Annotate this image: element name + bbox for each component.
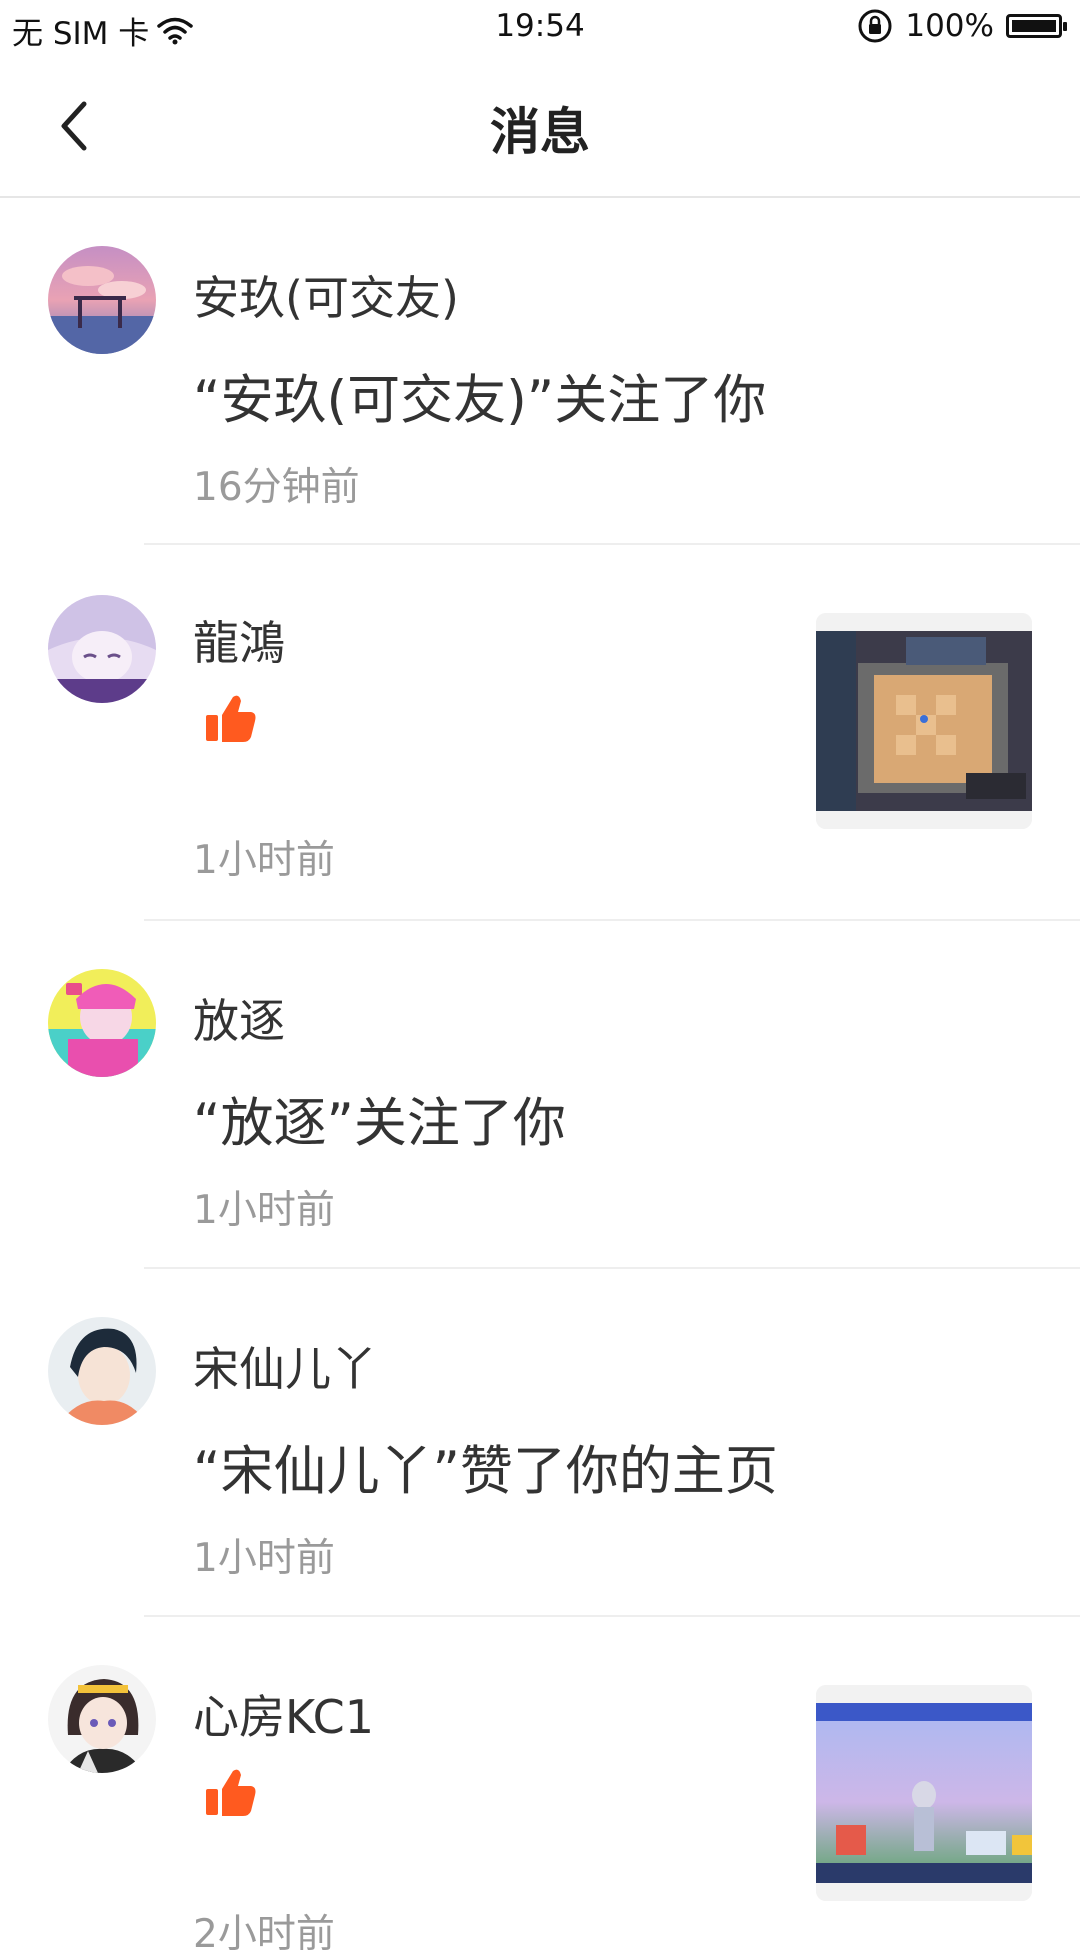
post-thumbnail[interactable] xyxy=(816,613,1032,829)
list-item[interactable]: 放逐 “放逐”关注了你 1小时前 xyxy=(0,921,1080,1269)
avatar[interactable] xyxy=(48,1317,156,1425)
thumbs-up-icon xyxy=(206,1769,256,1816)
list-item[interactable]: 龍鴻 1小时前 xyxy=(0,545,1080,921)
message-time: 1小时前 xyxy=(193,838,335,883)
message-content: “安玖(可交友)”关注了你 xyxy=(193,370,767,431)
avatar[interactable] xyxy=(48,246,156,354)
post-thumbnail[interactable] xyxy=(816,1685,1032,1901)
list-item[interactable]: 安玖(可交友) “安玖(可交友)”关注了你 16分钟前 xyxy=(0,198,1080,545)
avatar[interactable] xyxy=(48,969,156,1077)
sender-name: 安玖(可交友) xyxy=(193,271,459,325)
battery-icon xyxy=(1006,14,1067,38)
battery-text: 100% xyxy=(905,8,994,44)
page-title: 消息 xyxy=(490,103,590,161)
message-time: 1小时前 xyxy=(193,1188,335,1233)
message-list: 安玖(可交友) “安玖(可交友)”关注了你 16分钟前 龍鴻 1小时前 放逐 “… xyxy=(0,198,1080,1957)
message-time: 1小时前 xyxy=(193,1536,335,1581)
sender-name: 心房KC1 xyxy=(193,1690,375,1744)
avatar[interactable] xyxy=(48,595,156,703)
message-time: 16分钟前 xyxy=(193,465,360,510)
sender-name: 龍鴻 xyxy=(193,616,285,670)
thumbs-up-icon xyxy=(206,695,256,742)
status-right: 100% xyxy=(857,8,1067,44)
message-content: “宋仙儿丫”赞了你的主页 xyxy=(193,1441,778,1502)
message-time: 2小时前 xyxy=(193,1912,335,1957)
message-content: “放逐”关注了你 xyxy=(193,1093,566,1154)
list-item[interactable]: 宋仙儿丫 “宋仙儿丫”赞了你的主页 1小时前 xyxy=(0,1269,1080,1617)
sender-name: 放逐 xyxy=(193,994,285,1048)
avatar[interactable] xyxy=(48,1665,156,1773)
rotation-lock-icon xyxy=(858,9,892,43)
nav-bar: 消息 xyxy=(0,56,1080,198)
list-item[interactable]: 心房KC1 2小时前 xyxy=(0,1617,1080,1957)
status-bar: 无 SIM 卡 19:54 100% xyxy=(0,0,1080,56)
sender-name: 宋仙儿丫 xyxy=(193,1342,377,1396)
